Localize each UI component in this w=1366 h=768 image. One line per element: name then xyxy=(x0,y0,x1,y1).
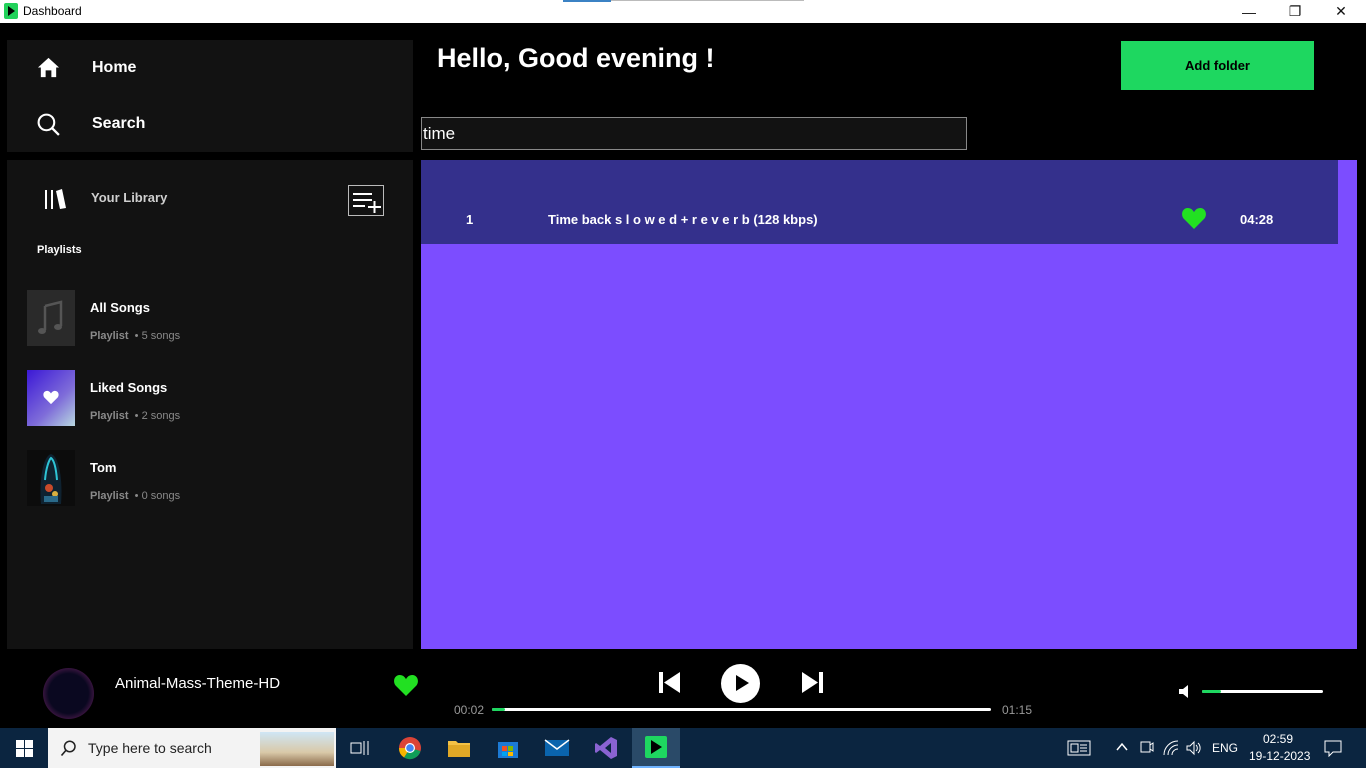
nav-search-label: Search xyxy=(92,115,146,132)
nav-home-label: Home xyxy=(92,59,137,76)
add-playlist-button[interactable] xyxy=(348,185,384,216)
playlist-type: Playlist xyxy=(90,330,129,342)
playlist-item-all-songs[interactable]: All Songs Playlist • 5 songs xyxy=(27,290,397,348)
now-playing-title: Animal-Mass-Theme-HD xyxy=(115,675,281,692)
total-time: 01:15 xyxy=(1002,703,1033,717)
now-playing-heart-icon[interactable] xyxy=(393,674,419,697)
notification-icon[interactable] xyxy=(1324,740,1342,757)
volume-slider[interactable] xyxy=(1202,690,1323,693)
playlists-header: Playlists xyxy=(37,244,82,256)
song-row[interactable]: 1 Time back s l o w e d + r e v e r b (1… xyxy=(421,160,1338,244)
playlist-meta: Playlist • 0 songs xyxy=(90,490,181,502)
chrome-icon[interactable] xyxy=(386,728,434,768)
play-button[interactable] xyxy=(721,664,760,703)
language-indicator[interactable]: ENG xyxy=(1212,741,1238,755)
meet-now-icon[interactable] xyxy=(1140,740,1154,756)
taskbar: Type here to search ENG 02:59 19-12-2023 xyxy=(0,728,1366,768)
taskbar-search-placeholder: Type here to search xyxy=(88,740,212,756)
taskbar-search[interactable]: Type here to search xyxy=(48,728,336,768)
playlist-add-icon xyxy=(353,193,381,213)
liked-heart-icon[interactable] xyxy=(1181,207,1207,230)
windows-start-icon[interactable] xyxy=(16,740,33,757)
titlebar-accent xyxy=(563,0,611,2)
playlist-count: 5 songs xyxy=(141,330,181,342)
playlist-count: 0 songs xyxy=(141,490,181,502)
song-duration: 04:28 xyxy=(1240,212,1274,227)
page-title: Hello, Good evening ! xyxy=(437,43,715,73)
music-note-icon xyxy=(38,300,63,334)
nav-search[interactable]: Search xyxy=(7,96,413,152)
previous-track-button[interactable] xyxy=(658,671,681,694)
playlist-meta: Playlist • 2 songs xyxy=(90,410,181,422)
playlist-name: Tom xyxy=(90,460,117,475)
add-folder-button[interactable]: Add folder xyxy=(1121,41,1314,90)
window-titlebar: Dashboard — ❐ ✕ xyxy=(0,0,1366,23)
visual-studio-icon[interactable] xyxy=(582,728,630,768)
next-track-button[interactable] xyxy=(801,671,824,694)
playlist-cover xyxy=(27,450,75,506)
home-icon xyxy=(37,57,60,78)
playlist-name: Liked Songs xyxy=(90,380,168,395)
close-button[interactable]: ✕ xyxy=(1318,0,1364,23)
results-panel: 1 Time back s l o w e d + r e v e r b (1… xyxy=(421,160,1357,649)
search-icon xyxy=(37,113,60,136)
mail-icon[interactable] xyxy=(533,728,581,768)
task-view-icon[interactable] xyxy=(336,728,384,768)
progress-slider[interactable] xyxy=(492,708,991,711)
speaker-icon[interactable] xyxy=(1186,740,1202,756)
playlist-type: Playlist xyxy=(90,410,129,422)
nav-home[interactable]: Home xyxy=(7,40,413,96)
volume-icon[interactable] xyxy=(1178,684,1192,699)
window-title: Dashboard xyxy=(23,4,82,18)
search-icon xyxy=(60,740,76,757)
playlist-cover xyxy=(27,290,75,346)
microsoft-store-icon[interactable] xyxy=(484,728,532,768)
figure-artwork-icon xyxy=(40,454,62,504)
titlebar-divider xyxy=(611,0,804,1)
news-widget-icon[interactable] xyxy=(1067,740,1091,756)
liked-songs-cover xyxy=(27,370,75,426)
library-icon[interactable] xyxy=(44,188,68,210)
music-app-taskbar-icon[interactable] xyxy=(632,728,680,768)
clock-time[interactable]: 02:59 xyxy=(1263,732,1293,746)
now-playing-cover xyxy=(43,668,94,719)
app-logo-icon xyxy=(4,3,18,19)
search-input[interactable] xyxy=(421,117,967,150)
playlist-item-liked-songs[interactable]: Liked Songs Playlist • 2 songs xyxy=(27,370,397,428)
maximize-button[interactable]: ❐ xyxy=(1272,0,1318,23)
playlist-count: 2 songs xyxy=(141,410,181,422)
song-title: Time back s l o w e d + r e v e r b (128… xyxy=(548,212,818,227)
network-icon[interactable] xyxy=(1163,740,1179,756)
elapsed-time: 00:02 xyxy=(454,703,485,717)
library-title: Your Library xyxy=(91,190,168,205)
song-index: 1 xyxy=(466,212,474,227)
clock-date[interactable]: 19-12-2023 xyxy=(1249,749,1310,763)
library-panel: Your Library Playlists All Songs Playlis… xyxy=(7,160,413,649)
playlist-item-tom[interactable]: Tom Playlist • 0 songs xyxy=(27,450,397,508)
minimize-button[interactable]: — xyxy=(1226,0,1272,23)
heart-icon xyxy=(43,390,59,405)
progress-fill xyxy=(492,708,506,711)
search-highlight-image xyxy=(260,732,334,766)
chevron-up-icon[interactable] xyxy=(1116,742,1128,752)
playlist-type: Playlist xyxy=(90,490,129,502)
playlist-meta: Playlist • 5 songs xyxy=(90,330,181,342)
file-explorer-icon[interactable] xyxy=(435,728,483,768)
nav-panel: Home Search xyxy=(7,40,413,152)
volume-fill xyxy=(1202,690,1222,693)
playlist-name: All Songs xyxy=(90,300,150,315)
